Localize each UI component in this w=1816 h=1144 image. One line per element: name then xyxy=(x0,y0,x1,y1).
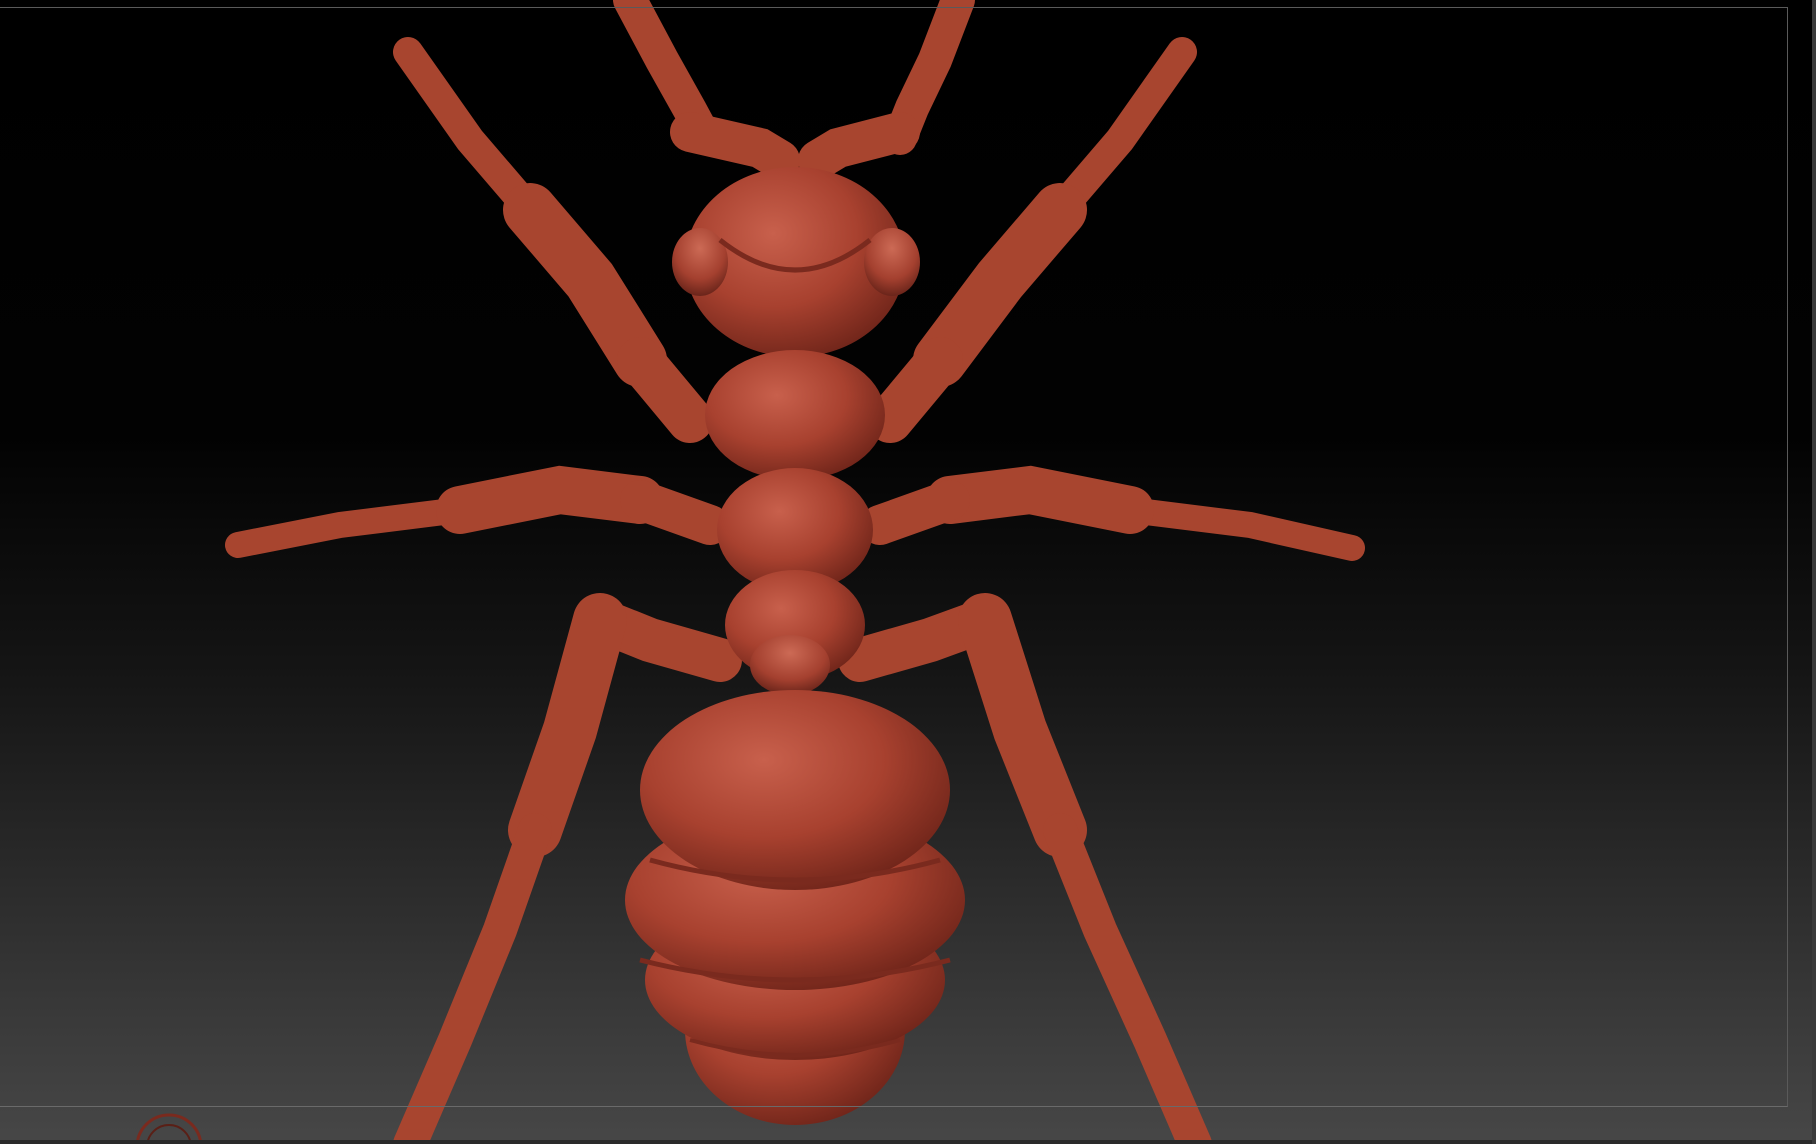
ant-thorax xyxy=(705,350,885,695)
ant-sculpt-model[interactable] xyxy=(0,0,1816,1144)
3d-viewport-canvas[interactable] xyxy=(0,0,1816,1144)
middle-leg-left xyxy=(225,465,730,558)
front-leg-right xyxy=(867,37,1197,443)
axis-gizmo-icon[interactable] xyxy=(132,1110,206,1144)
bottom-shelf xyxy=(0,1140,1816,1144)
antenna-right xyxy=(798,0,975,180)
ant-head xyxy=(672,167,920,357)
right-shelf xyxy=(1812,0,1816,1144)
ant-abdomen xyxy=(625,690,965,1125)
middle-leg-right xyxy=(860,465,1365,561)
antenna-left xyxy=(613,0,800,180)
front-leg-left xyxy=(393,37,713,443)
